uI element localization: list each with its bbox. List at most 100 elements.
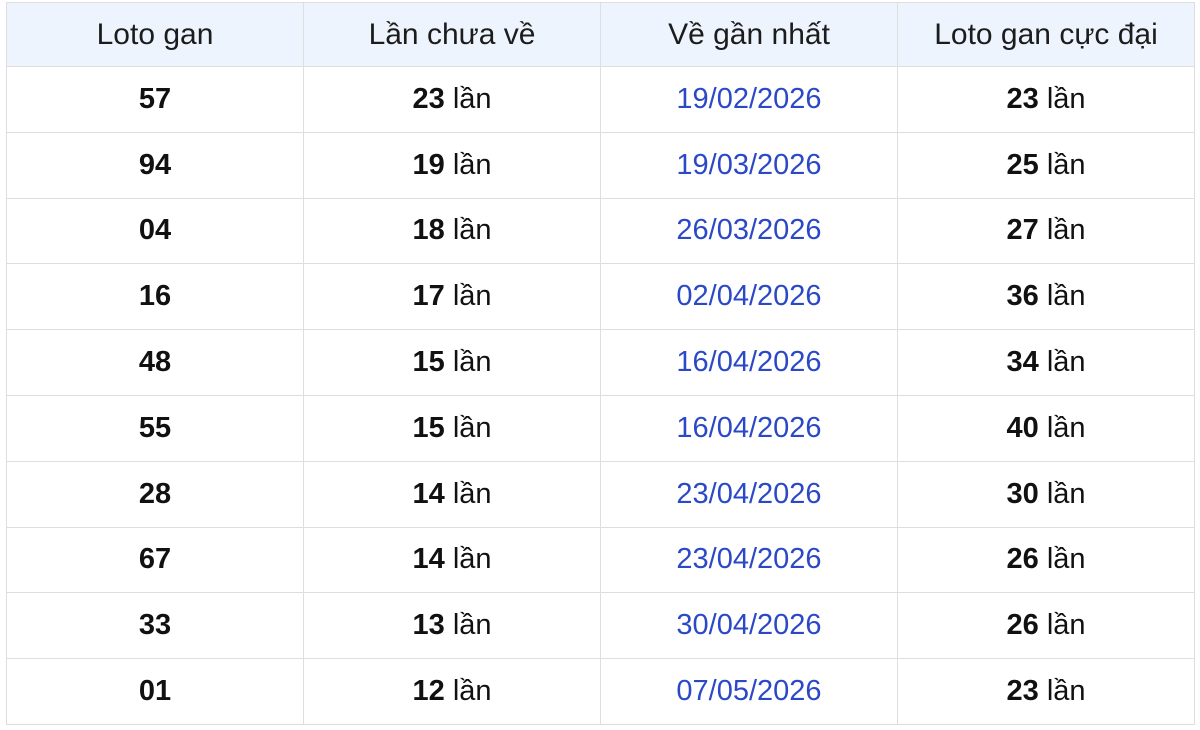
max-gap-unit: lần [1046, 543, 1086, 576]
max-gap-cell: 25 lần [897, 131, 1195, 199]
max-gap-cell: 40 lần [897, 394, 1195, 462]
max-gap-unit: lần [1046, 675, 1086, 708]
table-row: 04 18 lần 26/03/2026 27 lần [6, 197, 1195, 265]
loto-number-cell: 28 [6, 460, 304, 528]
max-gap-unit: lần [1046, 411, 1086, 444]
max-gap-unit: lần [1046, 148, 1086, 181]
max-gap-unit: lần [1046, 214, 1086, 247]
missed-unit: lần [452, 411, 492, 444]
last-date: 16/04/2026 [676, 411, 822, 444]
missed-count-cell: 18 lần [303, 197, 601, 265]
missed-count-cell: 15 lần [303, 394, 601, 462]
last-date-cell: 23/04/2026 [600, 526, 898, 594]
max-gap-unit: lần [1046, 280, 1086, 313]
loto-number-cell: 33 [6, 592, 304, 660]
header-loto-gan: Loto gan [6, 2, 304, 67]
last-date-cell: 16/04/2026 [600, 329, 898, 396]
loto-number: 33 [138, 609, 172, 642]
last-date-cell: 07/05/2026 [600, 658, 898, 725]
loto-number: 94 [138, 148, 172, 181]
loto-number-cell: 16 [6, 263, 304, 331]
missed-count: 15 [412, 346, 445, 379]
loto-number: 57 [138, 82, 172, 115]
max-gap-count: 23 [1006, 82, 1039, 115]
last-date: 19/03/2026 [676, 148, 822, 181]
missed-unit: lần [452, 148, 492, 181]
last-date-cell: 26/03/2026 [600, 197, 898, 265]
last-date: 07/05/2026 [676, 675, 822, 708]
last-date: 16/04/2026 [676, 346, 822, 379]
loto-number: 48 [138, 346, 172, 379]
missed-count: 14 [412, 543, 445, 576]
loto-number: 04 [138, 214, 172, 247]
max-gap-count: 36 [1006, 280, 1039, 313]
max-gap-unit: lần [1046, 609, 1086, 642]
missed-count: 15 [412, 411, 445, 444]
loto-number-cell: 04 [6, 197, 304, 265]
loto-number-cell: 55 [6, 394, 304, 462]
header-lan-chua-ve: Lần chưa về [303, 2, 601, 67]
missed-unit: lần [452, 477, 492, 510]
missed-count-cell: 15 lần [303, 329, 601, 396]
loto-number-cell: 67 [6, 526, 304, 594]
table-header: Loto gan Lần chưa về Về gần nhất Loto ga… [6, 2, 1195, 67]
header-loto-gan-cuc-dai: Loto gan cực đại [897, 2, 1195, 67]
missed-unit: lần [452, 214, 492, 247]
last-date-cell: 23/04/2026 [600, 460, 898, 528]
table-row: 94 19 lần 19/03/2026 25 lần [6, 131, 1195, 199]
max-gap-count: 26 [1006, 543, 1039, 576]
table-row: 28 14 lần 23/04/2026 30 lần [6, 460, 1195, 528]
max-gap-count: 40 [1006, 411, 1039, 444]
loto-number: 28 [138, 477, 172, 510]
missed-count-cell: 14 lần [303, 526, 601, 594]
last-date-cell: 16/04/2026 [600, 394, 898, 462]
missed-count-cell: 19 lần [303, 131, 601, 199]
last-date: 02/04/2026 [676, 280, 822, 313]
max-gap-unit: lần [1046, 82, 1086, 115]
missed-count-cell: 13 lần [303, 592, 601, 660]
last-date-cell: 02/04/2026 [600, 263, 898, 331]
loto-number: 01 [138, 675, 172, 708]
table-row: 48 15 lần 16/04/2026 34 lần [6, 329, 1195, 396]
last-date: 26/03/2026 [676, 214, 822, 247]
last-date: 23/04/2026 [676, 477, 822, 510]
max-gap-cell: 23 lần [897, 66, 1195, 133]
missed-unit: lần [452, 280, 492, 313]
max-gap-cell: 26 lần [897, 592, 1195, 660]
missed-count-cell: 23 lần [303, 66, 601, 133]
loto-number-cell: 94 [6, 131, 304, 199]
max-gap-count: 25 [1006, 148, 1039, 181]
missed-count-cell: 17 lần [303, 263, 601, 331]
loto-number-cell: 57 [6, 66, 304, 133]
max-gap-cell: 27 lần [897, 197, 1195, 265]
header-ve-gan-nhat: Về gần nhất [600, 2, 898, 67]
loto-number: 55 [138, 411, 172, 444]
last-date-cell: 19/02/2026 [600, 66, 898, 133]
missed-unit: lần [452, 346, 492, 379]
table-row: 55 15 lần 16/04/2026 40 lần [6, 394, 1195, 462]
max-gap-count: 23 [1006, 675, 1039, 708]
missed-unit: lần [452, 609, 492, 642]
max-gap-cell: 26 lần [897, 526, 1195, 594]
last-date: 19/02/2026 [676, 82, 822, 115]
max-gap-count: 27 [1006, 214, 1039, 247]
max-gap-count: 26 [1006, 609, 1039, 642]
missed-unit: lần [452, 82, 492, 115]
last-date: 23/04/2026 [676, 543, 822, 576]
max-gap-unit: lần [1046, 346, 1086, 379]
max-gap-cell: 30 lần [897, 460, 1195, 528]
table-row: 33 13 lần 30/04/2026 26 lần [6, 592, 1195, 660]
max-gap-unit: lần [1046, 477, 1086, 510]
max-gap-cell: 23 lần [897, 658, 1195, 725]
missed-count: 14 [412, 477, 445, 510]
loto-number-cell: 48 [6, 329, 304, 396]
missed-count: 12 [412, 675, 445, 708]
last-date-cell: 19/03/2026 [600, 131, 898, 199]
missed-count-cell: 14 lần [303, 460, 601, 528]
max-gap-cell: 34 lần [897, 329, 1195, 396]
missed-count: 18 [412, 214, 445, 247]
missed-unit: lần [452, 675, 492, 708]
table-row: 57 23 lần 19/02/2026 23 lần [6, 66, 1195, 133]
table-body: 57 23 lần 19/02/2026 23 lần 94 19 lần 19/03/20… [6, 66, 1195, 725]
last-date: 30/04/2026 [676, 609, 822, 642]
